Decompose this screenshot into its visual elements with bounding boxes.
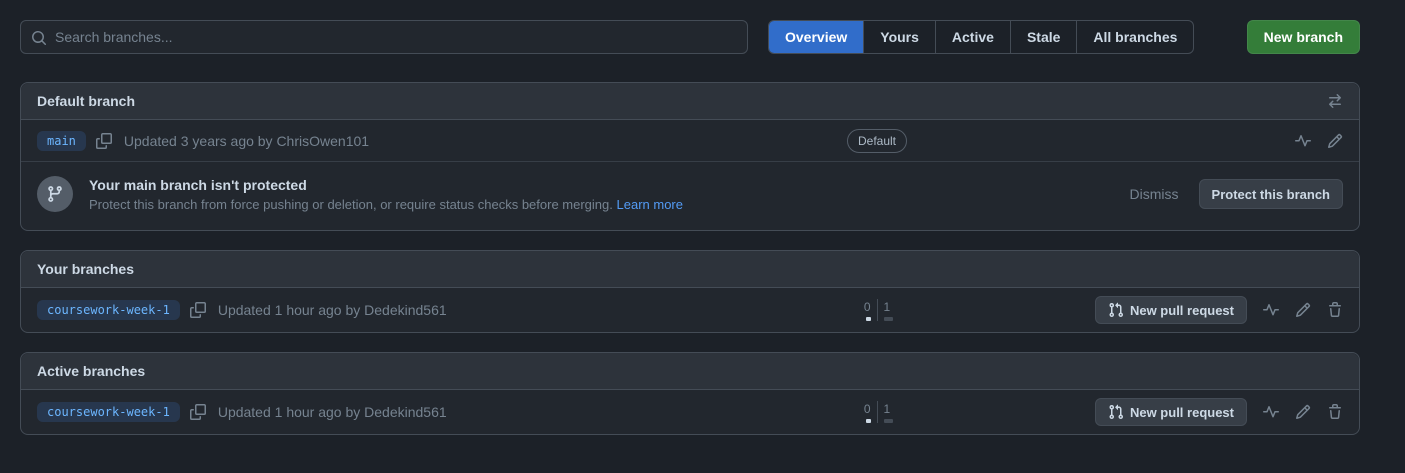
copy-icon <box>190 404 206 420</box>
notice-description: Protect this branch from force pushing o… <box>89 197 613 212</box>
branch-name-link[interactable]: main <box>37 131 86 151</box>
copy-branch-name-button[interactable] <box>190 404 206 420</box>
dismiss-button[interactable]: Dismiss <box>1130 186 1179 202</box>
ahead-bar <box>884 317 893 321</box>
branch-updated-meta: Updated 1 hour ago by Dedekind561 <box>218 404 447 420</box>
ahead-count: 1 <box>884 401 891 417</box>
branch-row-main: main Updated 3 years ago by ChrisOwen101… <box>21 120 1359 161</box>
copy-icon <box>96 133 112 149</box>
behind-count: 0 <box>864 299 871 315</box>
default-branch-card: Default branch main Updated 3 years ago … <box>20 82 1360 231</box>
your-branches-header: Your branches <box>21 251 1359 288</box>
copy-branch-name-button[interactable] <box>190 302 206 318</box>
notice-title: Your main branch isn't protected <box>89 177 683 193</box>
ahead-behind-widget: 0 1 <box>855 401 900 423</box>
search-branches-input[interactable] <box>21 21 747 53</box>
section-title: Active branches <box>37 363 145 379</box>
rename-branch-pencil-icon[interactable] <box>1295 404 1311 420</box>
branch-row-coursework: coursework-week-1 Updated 1 hour ago by … <box>21 288 1359 332</box>
delete-branch-trash-icon[interactable] <box>1327 302 1343 318</box>
ahead-behind-widget: 0 1 <box>855 299 900 321</box>
search-icon <box>31 30 47 46</box>
copy-icon <box>190 302 206 318</box>
activity-icon[interactable] <box>1263 404 1279 420</box>
new-branch-button[interactable]: New branch <box>1247 20 1360 54</box>
tab-overview[interactable]: Overview <box>769 21 863 53</box>
default-badge: Default <box>847 129 907 153</box>
branch-name-link[interactable]: coursework-week-1 <box>37 300 180 320</box>
tab-active[interactable]: Active <box>935 21 1010 53</box>
your-branches-card: Your branches coursework-week-1 Updated … <box>20 250 1360 333</box>
tab-all-branches[interactable]: All branches <box>1076 21 1193 53</box>
branch-name-link[interactable]: coursework-week-1 <box>37 402 180 422</box>
learn-more-link[interactable]: Learn more <box>617 197 683 212</box>
default-branch-header: Default branch <box>21 83 1359 120</box>
git-pull-request-icon <box>1108 404 1124 420</box>
branches-toolbar: Overview Yours Active Stale All branches… <box>20 20 1360 54</box>
section-title: Default branch <box>37 93 135 109</box>
activity-icon[interactable] <box>1263 302 1279 318</box>
active-branches-header: Active branches <box>21 353 1359 390</box>
copy-branch-name-button[interactable] <box>96 133 112 149</box>
branch-updated-meta: Updated 1 hour ago by Dedekind561 <box>218 302 447 318</box>
section-title: Your branches <box>37 261 134 277</box>
tab-stale[interactable]: Stale <box>1010 21 1076 53</box>
protect-branch-button[interactable]: Protect this branch <box>1199 179 1343 209</box>
new-pull-request-button[interactable]: New pull request <box>1095 398 1247 426</box>
branch-protection-notice: Your main branch isn't protected Protect… <box>21 161 1359 230</box>
rename-branch-pencil-icon[interactable] <box>1327 133 1343 149</box>
delete-branch-trash-icon[interactable] <box>1327 404 1343 420</box>
tab-yours[interactable]: Yours <box>863 21 935 53</box>
branch-updated-meta: Updated 3 years ago by ChrisOwen101 <box>124 133 369 149</box>
new-pull-request-button[interactable]: New pull request <box>1095 296 1247 324</box>
active-branches-card: Active branches coursework-week-1 Update… <box>20 352 1360 435</box>
behind-bar <box>866 419 871 423</box>
git-branch-icon <box>37 176 73 212</box>
git-pull-request-icon <box>1108 302 1124 318</box>
search-box <box>20 20 748 54</box>
ahead-count: 1 <box>884 299 891 315</box>
branch-filter-tabs: Overview Yours Active Stale All branches <box>768 20 1194 54</box>
arrow-switch-icon[interactable] <box>1327 93 1343 109</box>
branch-row-coursework: coursework-week-1 Updated 1 hour ago by … <box>21 390 1359 434</box>
behind-bar <box>866 317 871 321</box>
behind-count: 0 <box>864 401 871 417</box>
rename-branch-pencil-icon[interactable] <box>1295 302 1311 318</box>
branches-page: Overview Yours Active Stale All branches… <box>0 0 1360 435</box>
ahead-bar <box>884 419 893 423</box>
activity-icon[interactable] <box>1295 133 1311 149</box>
